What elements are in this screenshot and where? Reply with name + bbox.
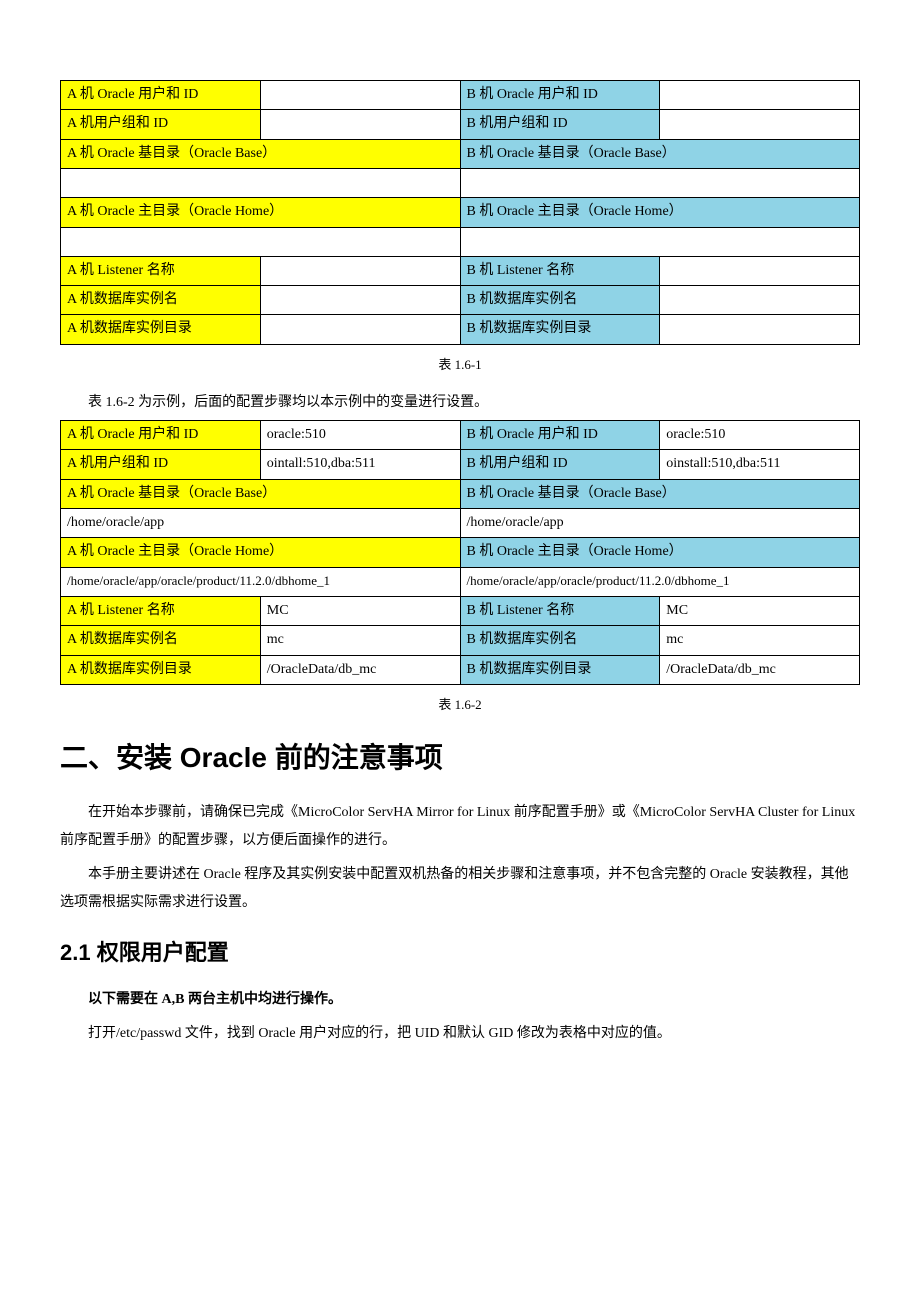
table-1-6-1-caption: 表 1.6-1 bbox=[60, 355, 860, 376]
t2-cell: oinstall:510,dba:511 bbox=[660, 450, 860, 479]
t1-cell: A 机用户组和 ID bbox=[61, 110, 261, 139]
paragraph-1: 在开始本步骤前，请确保已完成《MicroColor ServHA Mirror … bbox=[60, 799, 860, 855]
t1-cell bbox=[61, 169, 461, 198]
t1-cell: A 机 Oracle 用户和 ID bbox=[61, 81, 261, 110]
table-1-6-2-caption: 表 1.6-2 bbox=[60, 695, 860, 716]
t1-cell: A 机 Oracle 主目录（Oracle Home） bbox=[61, 198, 461, 227]
t2-cell: ointall:510,dba:511 bbox=[260, 450, 460, 479]
t2-cell: /home/oracle/app/oracle/product/11.2.0/d… bbox=[61, 567, 461, 596]
t2-cell: A 机数据库实例名 bbox=[61, 626, 261, 655]
t2-cell: B 机 Oracle 用户和 ID bbox=[460, 420, 660, 449]
t1-cell bbox=[460, 227, 860, 256]
heading-section-2-1: 2.1 权限用户配置 bbox=[60, 935, 860, 970]
t2-cell: /home/oracle/app/oracle/product/11.2.0/d… bbox=[460, 567, 860, 596]
t1-cell bbox=[260, 315, 460, 344]
t1-cell bbox=[660, 81, 860, 110]
heading-section-2: 二、安装 Oracle 前的注意事项 bbox=[60, 736, 860, 781]
t1-cell bbox=[61, 227, 461, 256]
t2-cell: mc bbox=[260, 626, 460, 655]
t2-cell: oracle:510 bbox=[660, 420, 860, 449]
t2-cell: MC bbox=[660, 596, 860, 625]
t2-cell: B 机 Oracle 主目录（Oracle Home） bbox=[460, 538, 860, 567]
t1-cell: A 机数据库实例名 bbox=[61, 285, 261, 314]
t2-cell: A 机用户组和 ID bbox=[61, 450, 261, 479]
t1-cell: B 机用户组和 ID bbox=[460, 110, 660, 139]
t1-cell: B 机 Oracle 用户和 ID bbox=[460, 81, 660, 110]
paragraph-2: 本手册主要讲述在 Oracle 程序及其实例安装中配置双机热备的相关步骤和注意事… bbox=[60, 861, 860, 917]
t1-cell bbox=[660, 285, 860, 314]
paragraph-4: 打开/etc/passwd 文件，找到 Oracle 用户对应的行，把 UID … bbox=[60, 1020, 860, 1048]
t1-cell bbox=[660, 110, 860, 139]
t1-cell bbox=[660, 256, 860, 285]
t2-cell: /home/oracle/app bbox=[61, 509, 461, 538]
t1-cell bbox=[260, 285, 460, 314]
t1-cell: A 机 Listener 名称 bbox=[61, 256, 261, 285]
t2-cell: A 机 Listener 名称 bbox=[61, 596, 261, 625]
t1-cell: A 机数据库实例目录 bbox=[61, 315, 261, 344]
table-1-6-2: A 机 Oracle 用户和 ID oracle:510 B 机 Oracle … bbox=[60, 420, 860, 685]
t2-cell: A 机 Oracle 基目录（Oracle Base） bbox=[61, 479, 461, 508]
t2-cell: B 机 Oracle 基目录（Oracle Base） bbox=[460, 479, 860, 508]
t1-cell bbox=[660, 315, 860, 344]
t1-cell: B 机 Oracle 基目录（Oracle Base） bbox=[460, 139, 860, 168]
t2-cell: B 机用户组和 ID bbox=[460, 450, 660, 479]
t2-cell: /OracleData/db_mc bbox=[260, 655, 460, 684]
t2-cell: B 机 Listener 名称 bbox=[460, 596, 660, 625]
t2-cell: A 机 Oracle 主目录（Oracle Home） bbox=[61, 538, 461, 567]
t2-cell: oracle:510 bbox=[260, 420, 460, 449]
t1-cell bbox=[260, 256, 460, 285]
paragraph-3: 以下需要在 A,B 两台主机中均进行操作。 bbox=[60, 986, 860, 1014]
t2-cell: MC bbox=[260, 596, 460, 625]
t2-cell: B 机数据库实例名 bbox=[460, 626, 660, 655]
t2-cell: B 机数据库实例目录 bbox=[460, 655, 660, 684]
t2-cell: A 机数据库实例目录 bbox=[61, 655, 261, 684]
t1-cell bbox=[260, 81, 460, 110]
t1-cell: B 机 Listener 名称 bbox=[460, 256, 660, 285]
t2-cell: A 机 Oracle 用户和 ID bbox=[61, 420, 261, 449]
t2-cell: /home/oracle/app bbox=[460, 509, 860, 538]
t1-cell bbox=[460, 169, 860, 198]
t1-cell: B 机数据库实例目录 bbox=[460, 315, 660, 344]
t2-cell: /OracleData/db_mc bbox=[660, 655, 860, 684]
paragraph-intro: 表 1.6-2 为示例，后面的配置步骤均以本示例中的变量进行设置。 bbox=[60, 392, 860, 414]
t2-cell: mc bbox=[660, 626, 860, 655]
t1-cell: B 机数据库实例名 bbox=[460, 285, 660, 314]
t1-cell: A 机 Oracle 基目录（Oracle Base） bbox=[61, 139, 461, 168]
t1-cell bbox=[260, 110, 460, 139]
table-1-6-1: A 机 Oracle 用户和 ID B 机 Oracle 用户和 ID A 机用… bbox=[60, 80, 860, 345]
t1-cell: B 机 Oracle 主目录（Oracle Home） bbox=[460, 198, 860, 227]
